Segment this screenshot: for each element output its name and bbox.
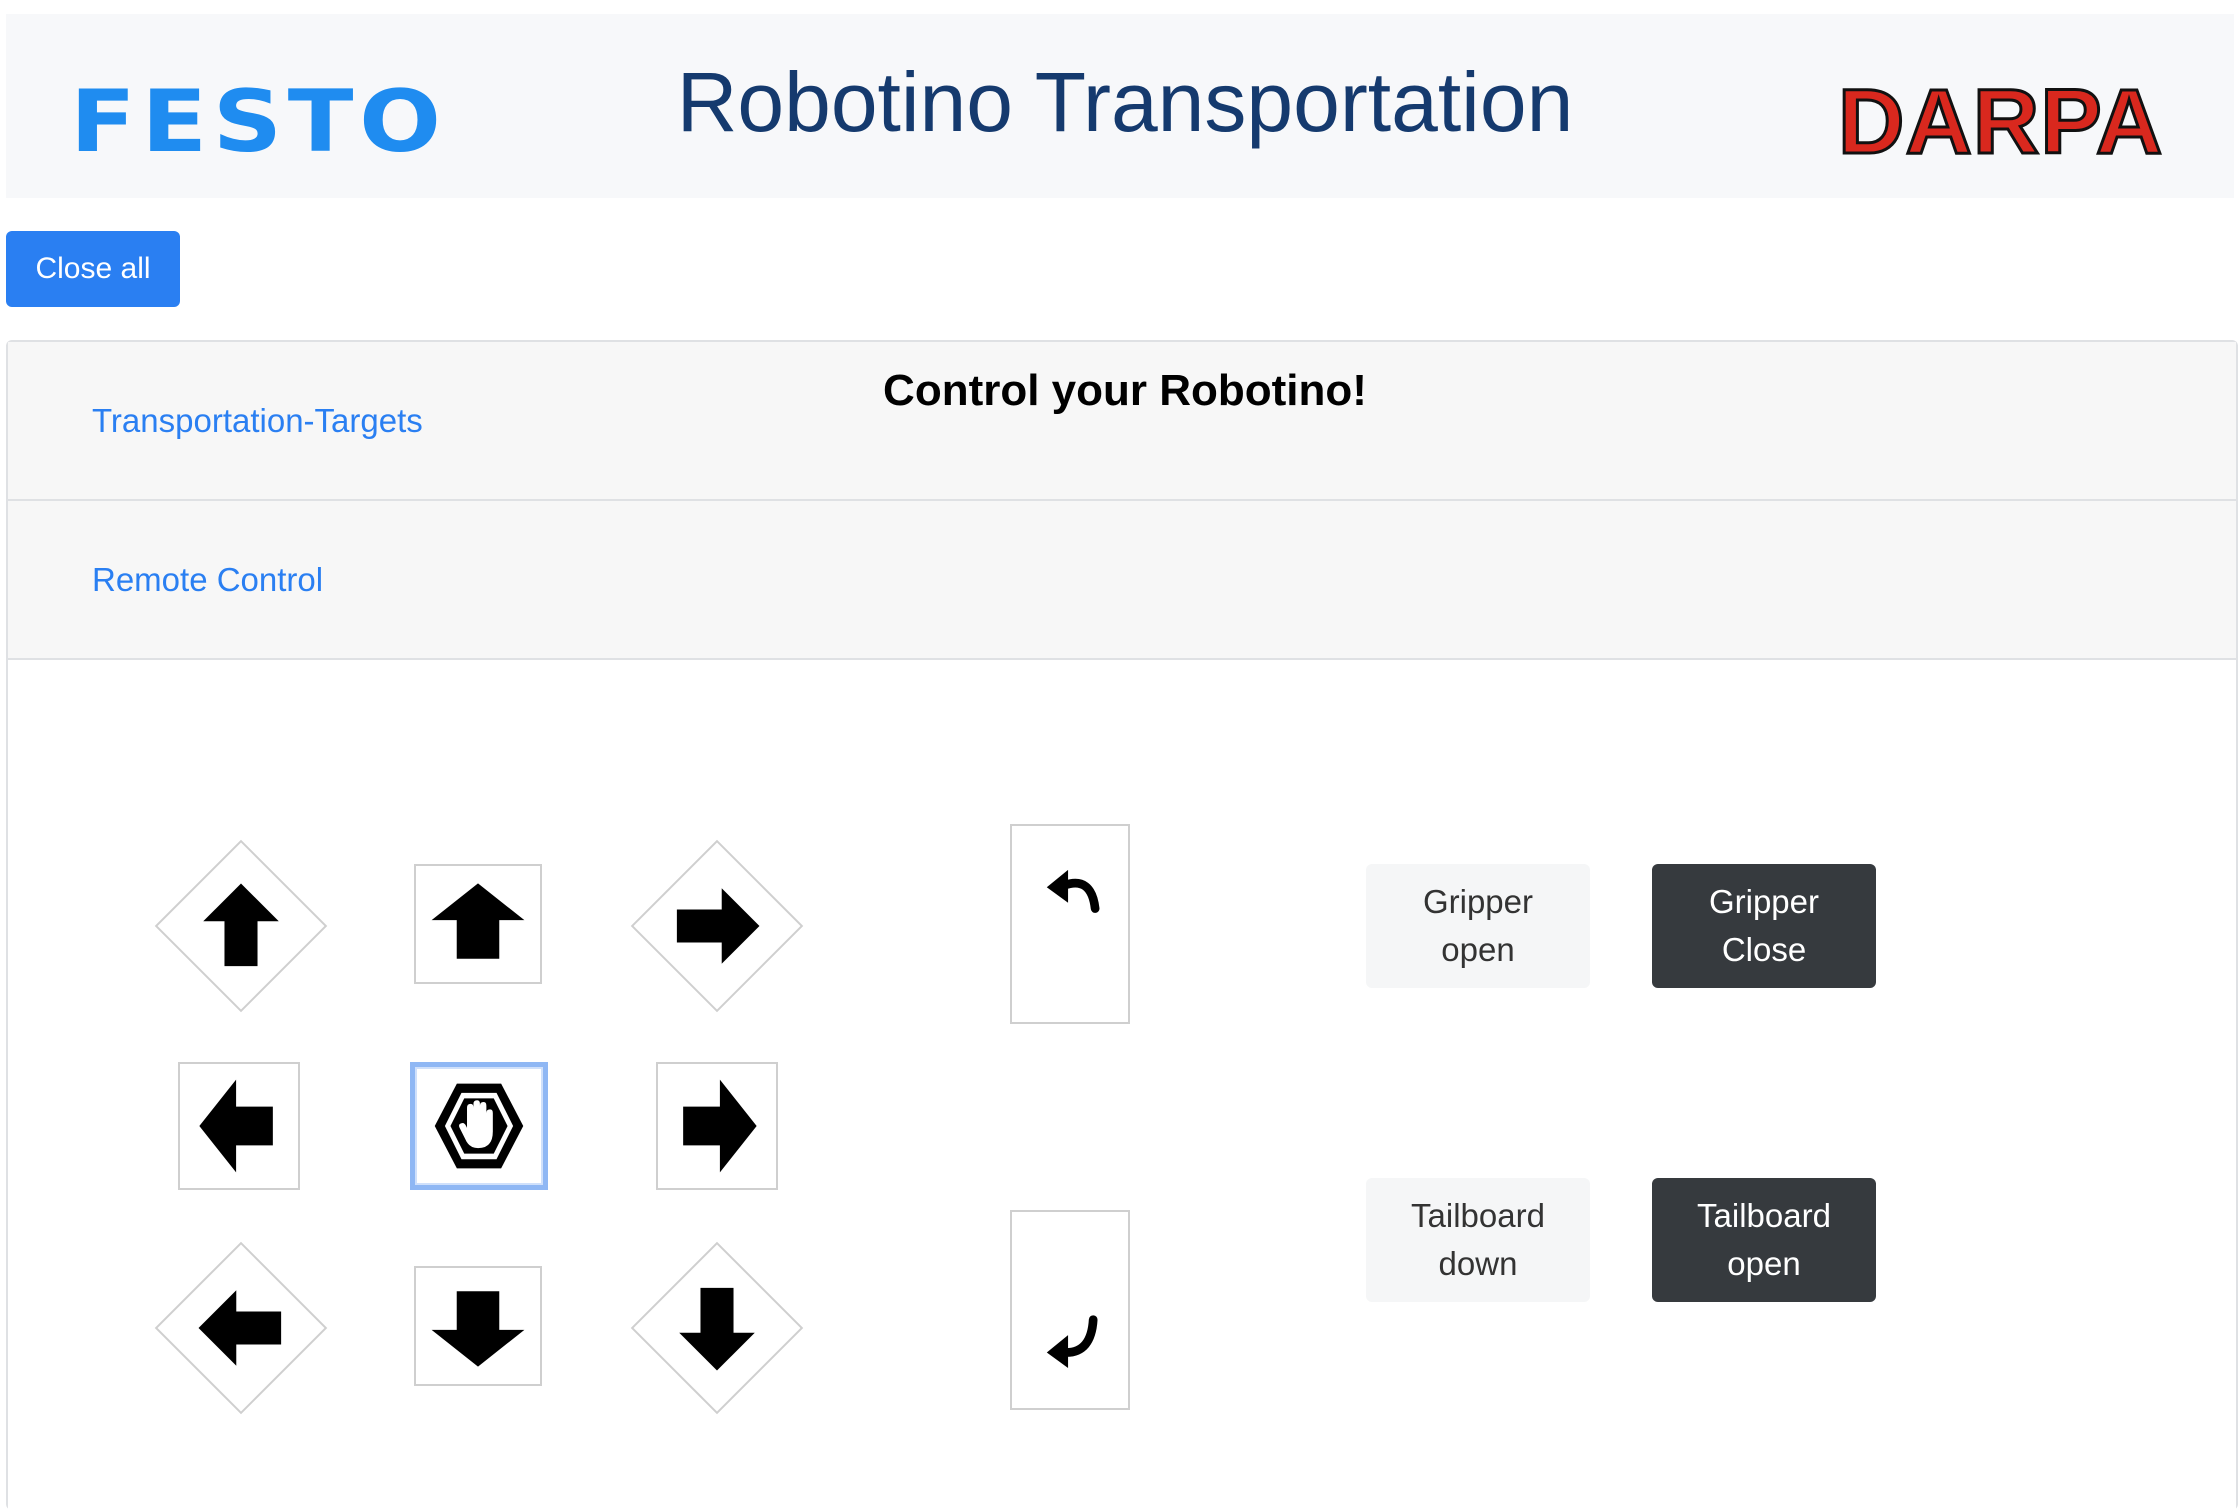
tailboard-down-label-2: down (1438, 1245, 1518, 1282)
rotate-left-button[interactable] (1010, 824, 1130, 1024)
tailboard-down-button[interactable]: Tailboard down (1366, 1178, 1590, 1302)
page-header: FESTO Robotino Transportation DARPA (6, 14, 2234, 198)
rotate-right-button[interactable] (1010, 1210, 1130, 1410)
arrow-up-icon (431, 883, 525, 959)
rotate-left-icon (1046, 869, 1100, 913)
gripper-open-label-1: Gripper (1422, 883, 1534, 920)
move-up-button[interactable] (414, 864, 542, 984)
arrow-up-left-icon (203, 883, 279, 967)
gripper-close-button[interactable]: Gripper Close (1652, 864, 1876, 988)
move-left-button[interactable] (178, 1062, 300, 1190)
tailboard-down-label-1: Tailboard (1411, 1197, 1545, 1234)
arrow-down-icon (431, 1291, 525, 1367)
gripper-close-label-2: Close (1721, 931, 1807, 968)
gripper-open-label-2: open (1441, 931, 1515, 968)
stop-button[interactable] (410, 1062, 548, 1190)
gripper-close-label-1: Gripper (1708, 883, 1820, 920)
tailboard-open-label-2: open (1727, 1245, 1801, 1282)
remote-control-link[interactable]: Remote Control (92, 561, 323, 599)
arrow-up-right-icon (676, 888, 760, 964)
darpa-logo: DARPA (1836, 70, 2164, 175)
move-right-button[interactable] (656, 1062, 778, 1190)
arrow-down-right-icon (679, 1287, 755, 1371)
arrow-right-icon (683, 1079, 757, 1173)
gripper-open-button[interactable]: Gripper open (1366, 864, 1590, 988)
rotate-right-icon (1046, 1315, 1098, 1368)
arrow-down-left-icon (198, 1290, 282, 1366)
remote-control-title: Control your Robotino! (883, 366, 1367, 415)
tailboard-open-label-1: Tailboard (1697, 1197, 1831, 1234)
move-down-button[interactable] (414, 1266, 542, 1386)
arrow-left-icon (199, 1079, 273, 1173)
close-all-button[interactable]: Close all (6, 231, 180, 307)
accordion-header-remote-control[interactable]: Remote Control (8, 501, 2236, 660)
tailboard-open-button[interactable]: Tailboard open (1652, 1178, 1876, 1302)
stop-hand-icon (434, 1083, 524, 1169)
